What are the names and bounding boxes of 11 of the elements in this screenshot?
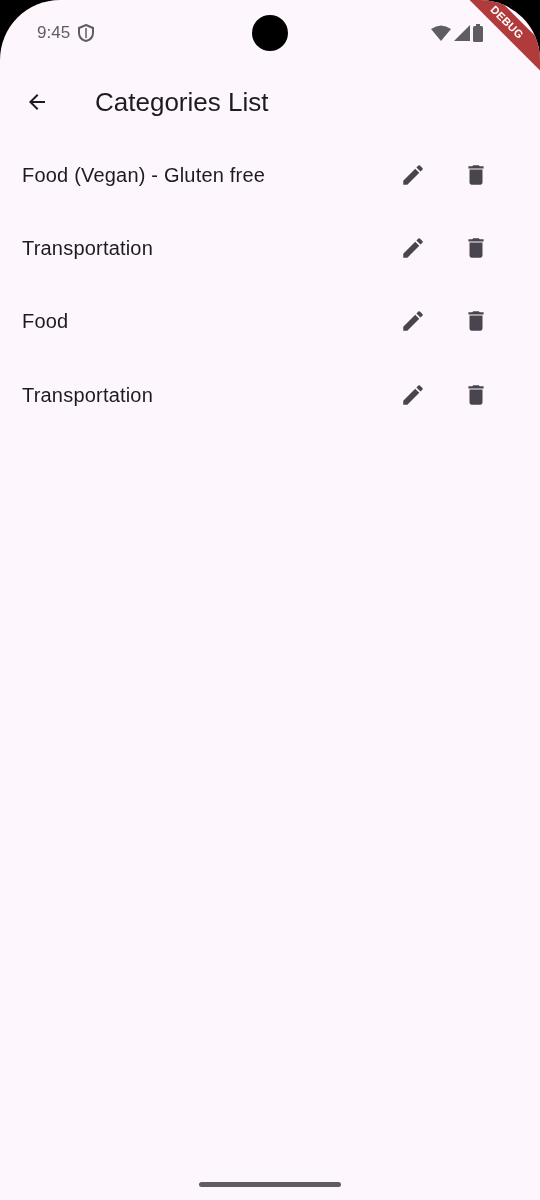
battery-icon (473, 24, 483, 42)
shield-icon (78, 24, 95, 42)
category-name: Food (22, 309, 69, 335)
category-name: Food (Vegan) - Gluten free (22, 162, 266, 188)
signal-icon (454, 25, 470, 41)
camera-cutout (252, 15, 288, 51)
page-title: Categories List (95, 85, 269, 119)
wifi-icon (431, 25, 451, 41)
category-name: Transportation (22, 235, 153, 261)
status-time: 9:45 (37, 22, 71, 45)
category-name: Transportation (22, 382, 153, 408)
